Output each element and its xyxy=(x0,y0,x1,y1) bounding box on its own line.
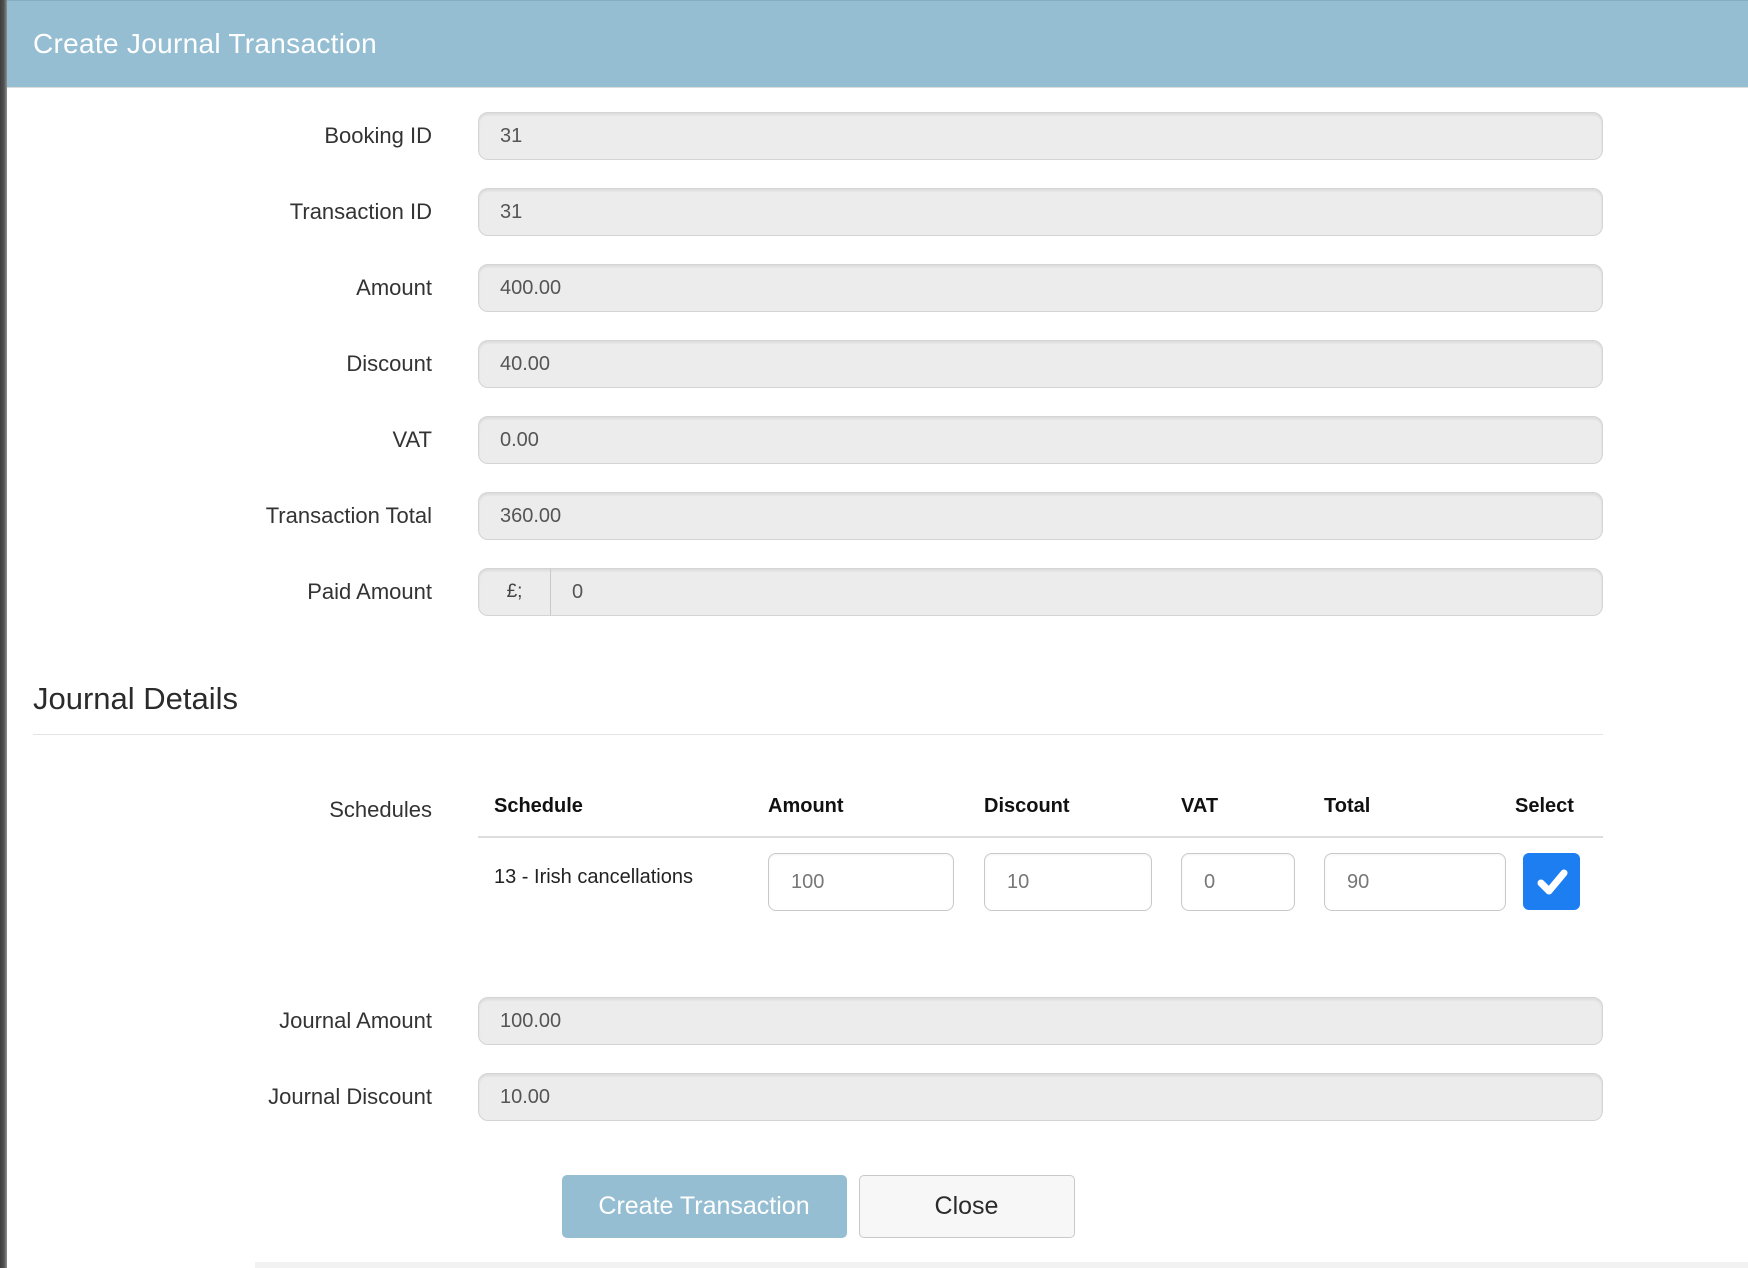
page-edge-strip xyxy=(0,0,7,1268)
schedules-section: Schedules Schedule Amount Discount VAT T… xyxy=(33,795,1603,911)
select-checkbox[interactable] xyxy=(1523,853,1580,910)
close-button[interactable]: Close xyxy=(859,1175,1075,1238)
modal-header: Create Journal Transaction xyxy=(7,0,1748,88)
section-divider xyxy=(33,734,1603,735)
row-vat-input[interactable] xyxy=(1181,853,1295,911)
schedule-name: 13 - Irish cancellations xyxy=(478,853,768,889)
form-row-discount: Discount xyxy=(33,340,1603,388)
discount-field[interactable] xyxy=(478,340,1603,388)
journal-summary-fields: Journal Amount Journal Discount xyxy=(33,997,1603,1121)
journal-details-heading: Journal Details xyxy=(33,680,1603,718)
schedules-table-header: Schedule Amount Discount VAT Total Selec… xyxy=(478,795,1603,838)
journal-amount-field[interactable] xyxy=(478,997,1603,1045)
row-total-input[interactable] xyxy=(1324,853,1506,911)
paid-amount-field[interactable] xyxy=(551,569,1602,615)
form-row-paid-amount: Paid Amount £; xyxy=(33,568,1603,616)
form-row-journal-discount: Journal Discount xyxy=(33,1073,1603,1121)
row-discount-input[interactable] xyxy=(984,853,1152,911)
schedules-label: Schedules xyxy=(33,795,478,823)
form-row-amount: Amount xyxy=(33,264,1603,312)
column-header-discount: Discount xyxy=(984,795,1181,818)
vat-label: VAT xyxy=(33,427,478,453)
transaction-total-field[interactable] xyxy=(478,492,1603,540)
amount-field[interactable] xyxy=(478,264,1603,312)
transaction-id-label: Transaction ID xyxy=(33,199,478,225)
bottom-page-strip xyxy=(255,1262,1748,1268)
create-journal-transaction-modal: Create Journal Transaction Booking ID Tr… xyxy=(7,0,1748,1238)
column-header-schedule: Schedule xyxy=(478,795,768,818)
column-header-vat: VAT xyxy=(1181,795,1324,818)
booking-id-label: Booking ID xyxy=(33,123,478,149)
row-amount-input[interactable] xyxy=(768,853,954,911)
column-header-amount: Amount xyxy=(768,795,984,818)
form-row-vat: VAT xyxy=(33,416,1603,464)
column-header-select: Select xyxy=(1515,795,1603,818)
currency-prefix-addon: £; xyxy=(479,569,551,615)
journal-discount-label: Journal Discount xyxy=(33,1084,478,1110)
form-row-journal-amount: Journal Amount xyxy=(33,997,1603,1045)
schedules-table: Schedule Amount Discount VAT Total Selec… xyxy=(478,795,1603,911)
form-row-transaction-total: Transaction Total xyxy=(33,492,1603,540)
discount-label: Discount xyxy=(33,351,478,377)
journal-amount-label: Journal Amount xyxy=(33,1008,478,1034)
modal-body: Booking ID Transaction ID Amount Discoun… xyxy=(7,88,1748,1238)
transaction-total-label: Transaction Total xyxy=(33,503,478,529)
column-header-total: Total xyxy=(1324,795,1515,818)
modal-footer: Create Transaction Close xyxy=(33,1175,1603,1238)
table-row: 13 - Irish cancellations xyxy=(478,853,1603,911)
journal-discount-field[interactable] xyxy=(478,1073,1603,1121)
modal-title: Create Journal Transaction xyxy=(33,28,377,60)
form-row-transaction-id: Transaction ID xyxy=(33,188,1603,236)
paid-amount-group: £; xyxy=(478,568,1603,616)
checkmark-icon xyxy=(1533,863,1571,901)
booking-id-field[interactable] xyxy=(478,112,1603,160)
form-row-booking-id: Booking ID xyxy=(33,112,1603,160)
amount-label: Amount xyxy=(33,275,478,301)
create-transaction-button[interactable]: Create Transaction xyxy=(562,1175,847,1238)
vat-field[interactable] xyxy=(478,416,1603,464)
transaction-id-field[interactable] xyxy=(478,188,1603,236)
paid-amount-label: Paid Amount xyxy=(33,579,478,605)
